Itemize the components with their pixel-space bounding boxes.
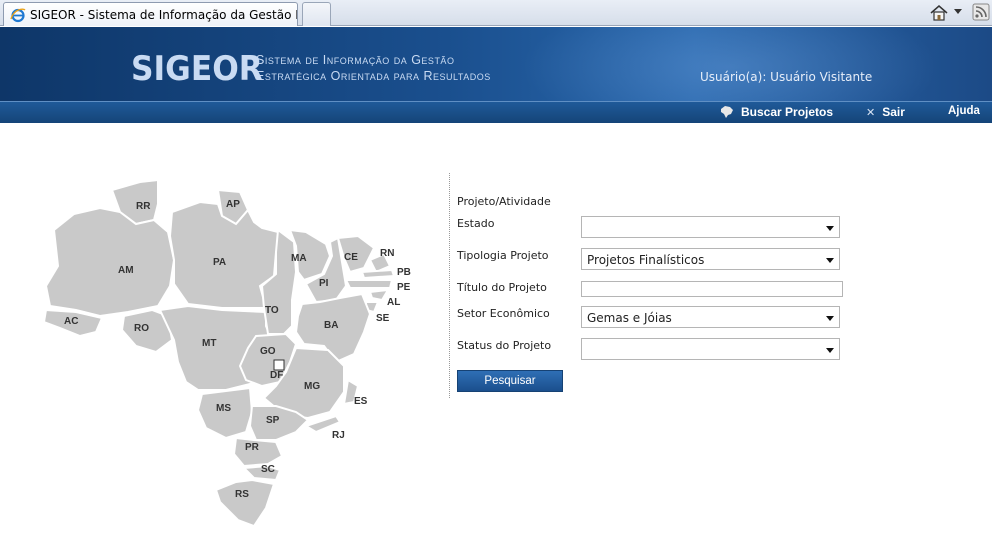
current-user: Usuário(a): Usuário Visitante xyxy=(700,70,873,84)
map-label-rr: RR xyxy=(136,201,151,212)
buscar-projetos-link[interactable]: Buscar Projetos xyxy=(720,105,833,119)
map-label-ms: MS xyxy=(216,403,231,414)
site-header: SIGEOR Sistema de Informação da Gestão E… xyxy=(0,27,992,101)
sair-link[interactable]: ✕ Sair xyxy=(866,105,905,119)
map-label-al: AL xyxy=(387,297,400,308)
rss-feed-icon[interactable] xyxy=(972,3,990,21)
map-label-pa: PA xyxy=(213,257,226,268)
new-tab-button[interactable] xyxy=(302,2,331,26)
estado-select[interactable] xyxy=(581,216,840,238)
map-label-am: AM xyxy=(118,265,134,276)
chevron-down-icon xyxy=(826,348,834,353)
vertical-divider xyxy=(449,173,450,398)
map-label-ro: RO xyxy=(134,323,149,334)
map-label-mg: MG xyxy=(304,381,320,392)
state-pb[interactable] xyxy=(360,268,396,280)
pesquisar-button[interactable]: Pesquisar xyxy=(457,370,563,392)
map-label-ba: BA xyxy=(324,320,338,331)
chevron-down-icon xyxy=(826,316,834,321)
titulo-label: Título do Projeto xyxy=(457,281,547,294)
sair-label: Sair xyxy=(882,105,905,119)
map-label-go: GO xyxy=(260,346,276,357)
map-label-es: ES xyxy=(354,396,368,407)
browser-tab[interactable]: SIGEOR - Sistema de Informação da Gestão… xyxy=(3,2,298,26)
map-label-pr: PR xyxy=(245,442,260,453)
state-am[interactable] xyxy=(44,206,176,318)
tipologia-select[interactable]: Projetos Finalísticos xyxy=(581,248,840,270)
map-label-mt: MT xyxy=(202,338,216,349)
home-dropdown-arrow-icon[interactable] xyxy=(954,9,962,14)
estado-label: Estado xyxy=(457,217,495,230)
map-label-ac: AC xyxy=(64,316,78,327)
setor-label: Setor Econômico xyxy=(457,307,550,320)
browser-tab-title: SIGEOR - Sistema de Informação da Gestão… xyxy=(30,7,297,22)
tipologia-select-value: Projetos Finalísticos xyxy=(587,253,705,267)
browser-tab-strip: SIGEOR - Sistema de Informação da Gestão… xyxy=(0,0,992,26)
map-label-rj: RJ xyxy=(332,430,345,441)
ajuda-link[interactable]: Ajuda xyxy=(948,105,980,117)
titulo-input[interactable] xyxy=(581,281,843,297)
brazil-states-map: RR AP AM PA MA CE RN PB PE PI AL SE AC R… xyxy=(40,176,420,536)
map-label-se: SE xyxy=(376,313,390,324)
state-al[interactable] xyxy=(368,288,390,302)
state-df[interactable] xyxy=(273,359,285,371)
home-icon[interactable] xyxy=(928,3,950,23)
chevron-down-icon xyxy=(826,258,834,263)
status-label: Status do Projeto xyxy=(457,339,552,352)
map-label-pb: PB xyxy=(397,267,411,278)
subtitle-line-2: Estratégica Orientada para Resultados xyxy=(256,69,491,83)
state-rs[interactable] xyxy=(214,478,276,528)
map-label-ap: AP xyxy=(226,199,240,210)
map-label-rn: RN xyxy=(380,248,394,259)
status-select[interactable] xyxy=(581,338,840,360)
header-decoration xyxy=(520,27,940,101)
map-label-pe: PE xyxy=(397,282,411,293)
nav-bar: Buscar Projetos ✕ Sair Ajuda xyxy=(0,101,992,123)
map-label-df: DF xyxy=(270,370,283,381)
internet-explorer-icon xyxy=(10,7,26,23)
map-label-rs: RS xyxy=(235,489,249,500)
map-label-to: TO xyxy=(265,305,279,316)
site-logo: SIGEOR xyxy=(131,49,263,89)
buscar-projetos-label: Buscar Projetos xyxy=(741,105,834,119)
brazil-map-icon xyxy=(720,105,734,119)
map-label-pi: PI xyxy=(319,278,329,289)
map-label-sp: SP xyxy=(266,415,280,426)
close-icon: ✕ xyxy=(866,106,876,119)
subtitle-line-1: Sistema de Informação da Gestão xyxy=(256,53,455,67)
site-subtitle: Sistema de Informação da Gestão Estratég… xyxy=(256,52,491,84)
map-label-ce: CE xyxy=(344,252,358,263)
map-label-sc: SC xyxy=(261,464,275,475)
state-pe[interactable] xyxy=(344,279,394,289)
form-section-title: Projeto/Atividade xyxy=(457,195,551,208)
map-label-ma: MA xyxy=(291,253,307,264)
tipologia-label: Tipologia Projeto xyxy=(457,249,549,262)
setor-select[interactable]: Gemas e Jóias xyxy=(581,306,840,328)
setor-select-value: Gemas e Jóias xyxy=(587,311,672,325)
chevron-down-icon xyxy=(826,226,834,231)
